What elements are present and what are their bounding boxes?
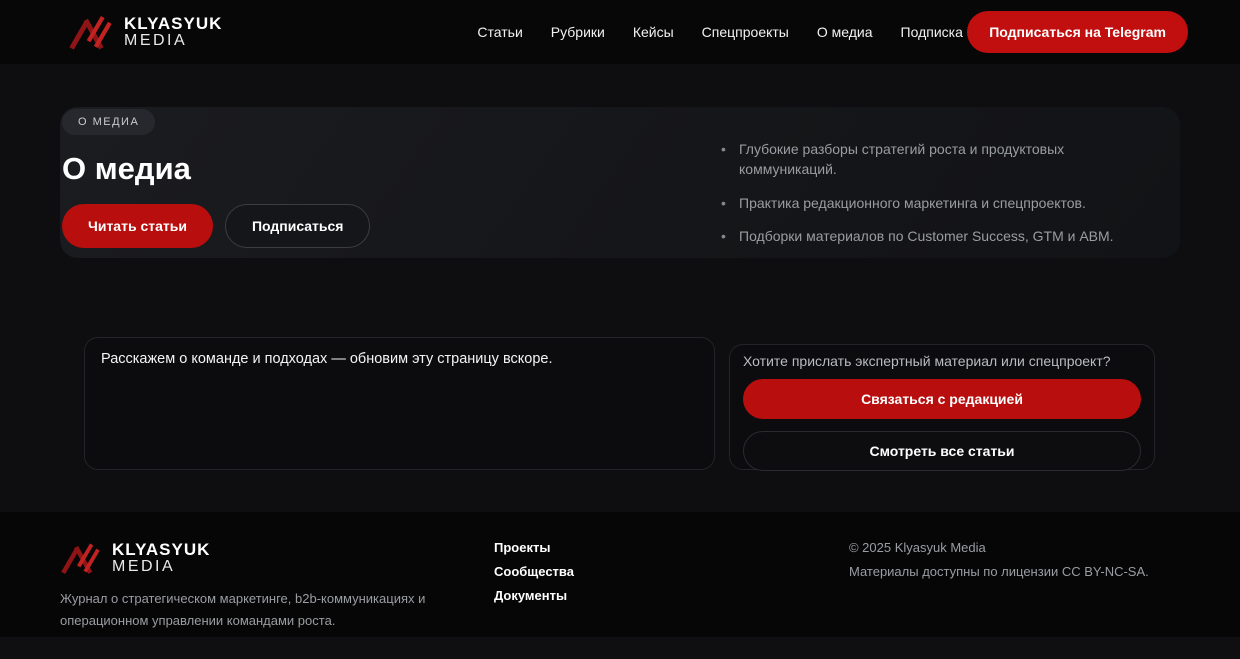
nav-cases[interactable]: Кейсы	[633, 24, 674, 40]
hero-bullet: Подборки материалов по Customer Success,…	[717, 226, 1122, 247]
footer-brand-column: KLYASYUK MEDIA Журнал о стратегическом м…	[60, 536, 494, 632]
brand-sub: MEDIA	[112, 557, 176, 575]
hero-badge: О МЕДИА	[62, 109, 156, 135]
brand-wordmark: KLYASYUK MEDIA	[124, 13, 223, 50]
footer: KLYASYUK MEDIA Журнал о стратегическом м…	[0, 512, 1240, 637]
footer-inner: KLYASYUK MEDIA Журнал о стратегическом м…	[60, 536, 1180, 632]
klyasyuk-logo-icon	[68, 8, 112, 56]
page-title: О медиа	[62, 151, 191, 186]
footer-tagline: Журнал о стратегическом маркетинге, b2b-…	[60, 591, 426, 629]
footer-copyright: © 2025 Klyasyuk Media	[848, 540, 986, 555]
about-text: Расскажем о команде и подходах — обновим…	[101, 351, 553, 367]
footer-link-communities[interactable]: Сообщества	[494, 564, 574, 579]
about-card: Расскажем о команде и подходах — обновим…	[84, 337, 715, 470]
klyasyuk-logo-icon	[60, 536, 100, 580]
brand-name: KLYASYUK	[112, 539, 211, 559]
read-articles-button[interactable]: Читать статьи	[62, 204, 213, 248]
footer-license: Материалы доступны по лицензии CC BY-NC-…	[848, 564, 1149, 579]
nav-special-projects[interactable]: Спецпроекты	[702, 24, 789, 40]
subscribe-telegram-button[interactable]: Подписаться на Telegram	[967, 11, 1188, 53]
hero-card: О МЕДИА О медиа Читать статьи Подписатьс…	[60, 107, 1180, 258]
nav-articles[interactable]: Статьи	[477, 24, 522, 40]
hero-bullet: Глубокие разборы стратегий роста и проду…	[717, 139, 1122, 180]
footer-link-projects[interactable]: Проекты	[494, 540, 574, 555]
hero-bullet-list: Глубокие разборы стратегий роста и проду…	[717, 139, 1122, 258]
footer-link-documents[interactable]: Документы	[494, 588, 574, 603]
brand-sub: MEDIA	[124, 31, 188, 49]
header: KLYASYUK MEDIA Статьи Рубрики Кейсы Спец…	[0, 0, 1240, 64]
contact-editorial-button[interactable]: Связаться с редакцией	[743, 379, 1141, 419]
hero-left: О МЕДИА О медиа Читать статьи Подписатьс…	[62, 109, 371, 258]
page-container: О МЕДИА О медиа Читать статьи Подписатьс…	[60, 107, 1180, 471]
main-nav: Статьи Рубрики Кейсы Спецпроекты О медиа…	[477, 24, 963, 40]
main-content: Расскажем о команде и подходах — обновим…	[60, 337, 1180, 471]
nav-about-media[interactable]: О медиа	[817, 24, 873, 40]
nav-rubrics[interactable]: Рубрики	[551, 24, 605, 40]
footer-brand-logo[interactable]: KLYASYUK MEDIA	[60, 536, 494, 580]
cta-card: Хотите прислать экспертный материал или …	[729, 344, 1155, 471]
hero-buttons: Читать статьи Подписаться	[62, 204, 371, 248]
subscribe-button[interactable]: Подписаться	[224, 204, 371, 248]
footer-brand-wordmark: KLYASYUK MEDIA	[112, 539, 211, 576]
brand-name: KLYASYUK	[124, 13, 223, 33]
cta-question: Хотите прислать экспертный материал или …	[743, 353, 1111, 369]
bottom-strip	[0, 637, 1240, 659]
hero-bullet: Практика редакционного маркетинга и спец…	[717, 193, 1122, 214]
brand-logo[interactable]: KLYASYUK MEDIA	[68, 8, 222, 56]
view-all-articles-button[interactable]: Смотреть все статьи	[743, 431, 1141, 471]
nav-subscription[interactable]: Подписка	[901, 24, 963, 40]
footer-legal-column: © 2025 Klyasyuk Media Материалы доступны…	[849, 536, 1149, 632]
footer-links-column: Проекты Сообщества Документы	[494, 536, 574, 632]
